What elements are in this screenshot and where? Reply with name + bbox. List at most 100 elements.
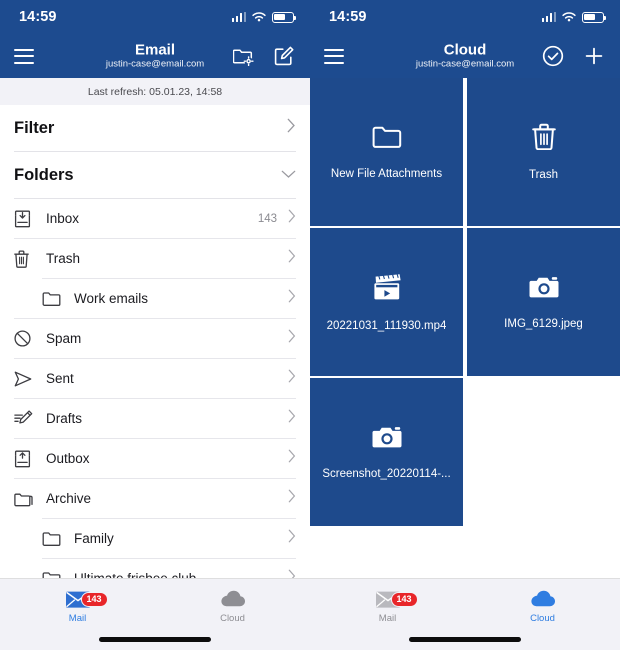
folders-header-row[interactable]: Folders — [0, 152, 310, 198]
folder-row[interactable]: Drafts — [0, 399, 310, 438]
home-indicator[interactable] — [99, 637, 211, 642]
cloud-file-grid: New File Attachments Trash 20221031_111930… — [310, 78, 620, 578]
chevron-right-icon — [288, 489, 296, 508]
grid-divider — [467, 226, 620, 227]
camera-icon — [529, 275, 559, 304]
grid-column-divider — [463, 78, 467, 376]
chevron-right-icon — [288, 329, 296, 348]
status-time: 14:59 — [329, 9, 367, 25]
last-refresh-text: Last refresh: 05.01.23, 14:58 — [87, 85, 223, 98]
status-indicators — [541, 11, 607, 23]
compose-icon[interactable] — [274, 46, 294, 66]
cloud-app-screen: 14:59 Cloud justin-case@email.com New Fi… — [310, 0, 620, 650]
cloud-tile-label: New File Attachments — [330, 167, 443, 180]
folder-row-label: Inbox — [46, 211, 80, 226]
email-app-screen: 14:59 Email justin-case@email.com Last r… — [0, 0, 310, 650]
cloud-tile[interactable]: 20221031_111930.mp4 — [310, 228, 463, 376]
hamburger-menu-icon[interactable] — [324, 48, 344, 64]
outbox-tray-icon — [14, 450, 44, 468]
cloud-nav-actions — [542, 45, 604, 67]
folder-row[interactable]: Trash — [0, 239, 310, 278]
folder-row[interactable]: Archive — [0, 479, 310, 518]
check-circle-icon[interactable] — [542, 45, 564, 67]
signal-bars-icon — [231, 12, 246, 22]
chevron-right-icon — [288, 289, 296, 308]
plus-icon[interactable] — [584, 46, 604, 66]
folder-row-label: Drafts — [46, 411, 83, 426]
block-icon — [14, 330, 44, 347]
chevron-right-icon — [288, 409, 296, 428]
grid-divider — [310, 226, 463, 227]
archive-icon — [14, 491, 44, 507]
folder-row-label: Ultimate frisbee club — [74, 571, 196, 578]
signal-bars-icon — [541, 12, 556, 22]
status-indicators — [231, 11, 297, 23]
folder-row-label: Family — [74, 531, 114, 546]
status-bar-left: 14:59 — [0, 0, 310, 34]
status-bar-right: 14:59 — [310, 0, 620, 34]
home-indicator[interactable] — [409, 637, 521, 642]
chevron-right-icon — [288, 569, 296, 578]
cloud-tile[interactable]: Screenshot_20220114-... — [310, 378, 463, 526]
trash-icon — [531, 123, 556, 155]
send-icon — [14, 371, 44, 387]
folder-row[interactable]: Spam — [0, 319, 310, 358]
cloud-tile-label: 20221031_111930.mp4 — [326, 319, 447, 332]
trash-icon — [14, 249, 44, 268]
tab-bar-left: 143 Mail Cloud — [0, 578, 310, 650]
cloud-tile-label: Screenshot_20220114-... — [322, 467, 451, 480]
battery-icon — [582, 11, 607, 23]
folder-icon — [42, 571, 72, 578]
folder-row-count: 143 — [257, 212, 277, 225]
filter-label: Filter — [14, 118, 55, 137]
folder-row-label: Work emails — [74, 291, 149, 306]
draft-pencil-icon — [14, 410, 44, 427]
chevron-right-icon — [288, 249, 296, 268]
cloud-tile-label: Trash — [529, 169, 558, 181]
wifi-icon — [562, 12, 576, 22]
cloud-icon — [220, 588, 246, 610]
hamburger-menu-icon[interactable] — [14, 48, 34, 64]
cloud-tile-label: IMG_6129.jpeg — [504, 317, 583, 330]
folder-row-label: Trash — [46, 251, 81, 266]
wifi-icon — [252, 12, 266, 22]
cloud-icon — [530, 588, 556, 610]
folder-row-label: Spam — [46, 331, 82, 346]
folders-list: Filter Folders Inbox 143 Trash Work emails S… — [0, 105, 310, 578]
folder-settings-icon[interactable] — [233, 47, 254, 66]
folder-row[interactable]: Outbox — [0, 439, 310, 478]
battery-icon — [272, 11, 297, 23]
chevron-right-icon — [288, 529, 296, 548]
filter-row[interactable]: Filter — [0, 105, 310, 151]
mail-badge: 143 — [80, 592, 108, 607]
mail-icon: 143 — [375, 588, 418, 610]
cloud-nav-bar: Cloud justin-case@email.com — [310, 34, 620, 78]
folder-row[interactable]: Family — [0, 519, 310, 558]
folder-icon — [42, 291, 72, 306]
inbox-tray-icon — [14, 210, 44, 228]
email-nav-bar: Email justin-case@email.com — [0, 34, 310, 78]
video-clapperboard-icon — [371, 273, 403, 306]
status-time: 14:59 — [19, 9, 57, 25]
camera-icon — [372, 425, 402, 454]
chevron-right-icon — [288, 449, 296, 468]
cloud-tile[interactable]: IMG_6129.jpeg — [467, 228, 620, 376]
folder-row[interactable]: Ultimate frisbee club — [0, 559, 310, 578]
mail-icon: 143 — [65, 588, 108, 610]
chevron-right-icon — [288, 369, 296, 388]
dual-phone-screens: 14:59 Email justin-case@email.com Last r… — [0, 0, 620, 650]
cloud-tile[interactable]: Trash — [467, 78, 620, 226]
folder-icon — [372, 125, 402, 154]
chevron-right-icon — [287, 118, 296, 138]
tab-cloud-label: Cloud — [220, 613, 245, 624]
folders-header-label: Folders — [14, 165, 74, 184]
email-nav-actions — [233, 46, 294, 66]
folder-row[interactable]: Work emails — [0, 279, 310, 318]
cloud-tile[interactable]: New File Attachments — [310, 78, 463, 226]
folder-row[interactable]: Sent — [0, 359, 310, 398]
tab-cloud-label: Cloud — [530, 613, 555, 624]
folder-icon — [42, 531, 72, 546]
tab-mail-label: Mail — [68, 613, 87, 624]
folder-row-label: Outbox — [46, 451, 90, 466]
folder-row[interactable]: Inbox 143 — [0, 199, 310, 238]
